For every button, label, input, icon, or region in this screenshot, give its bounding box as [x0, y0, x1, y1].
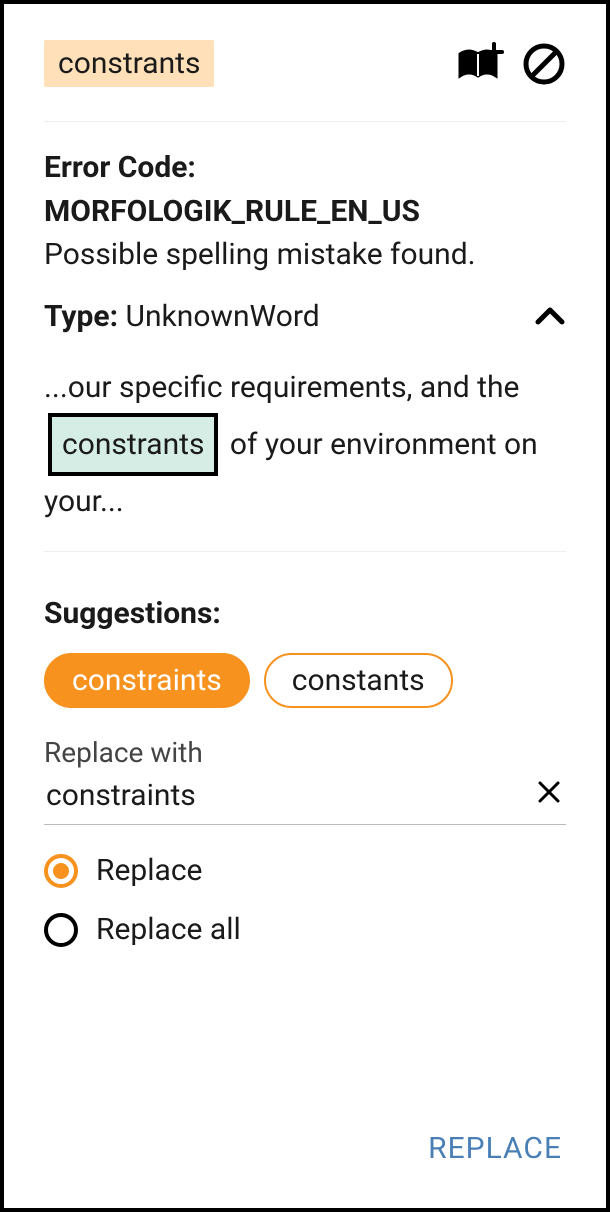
suggestion-chips: constraints constants	[44, 653, 566, 708]
add-to-dictionary-icon[interactable]	[456, 42, 504, 86]
radio-label: Replace	[96, 853, 202, 888]
misspelled-word-chip: constrants	[44, 40, 214, 87]
replace-button[interactable]: REPLACE	[424, 1125, 566, 1172]
error-code-value: MORFOLOGIK_RULE_EN_US	[44, 194, 420, 229]
replace-with-label: Replace with	[44, 736, 566, 769]
error-description: Possible spelling mistake found.	[44, 233, 566, 277]
header-row: constrants	[44, 40, 566, 87]
suggestion-chip[interactable]: constraints	[44, 653, 250, 708]
radio-replace-all[interactable]: Replace all	[44, 912, 566, 947]
action-row: REPLACE	[44, 1125, 566, 1172]
error-section: Error Code: MORFOLOGIK_RULE_EN_US Possib…	[44, 146, 566, 362]
radio-icon	[44, 854, 78, 888]
ignore-icon[interactable]	[522, 42, 566, 86]
suggestion-chip[interactable]: constants	[264, 653, 453, 708]
divider	[44, 121, 566, 122]
context-before: ...our specific requirements, and the	[44, 370, 519, 405]
context-highlight: constrants	[48, 413, 218, 476]
radio-label: Replace all	[96, 912, 241, 947]
error-code-label: Error Code:	[44, 150, 196, 185]
radio-icon	[44, 913, 78, 947]
replace-input[interactable]	[44, 777, 532, 814]
type-label: Type:	[44, 299, 118, 334]
divider	[44, 551, 566, 552]
clear-input-icon[interactable]	[532, 778, 566, 813]
header-actions	[456, 42, 566, 86]
replace-input-row	[44, 777, 566, 825]
suggestions-title: Suggestions:	[44, 596, 566, 631]
context-snippet: ...our specific requirements, and the co…	[44, 362, 566, 527]
radio-replace[interactable]: Replace	[44, 853, 566, 888]
spellcheck-panel: constrants	[0, 0, 610, 1212]
type-value: UnknownWord	[126, 299, 320, 334]
chevron-up-icon[interactable]	[534, 306, 566, 326]
